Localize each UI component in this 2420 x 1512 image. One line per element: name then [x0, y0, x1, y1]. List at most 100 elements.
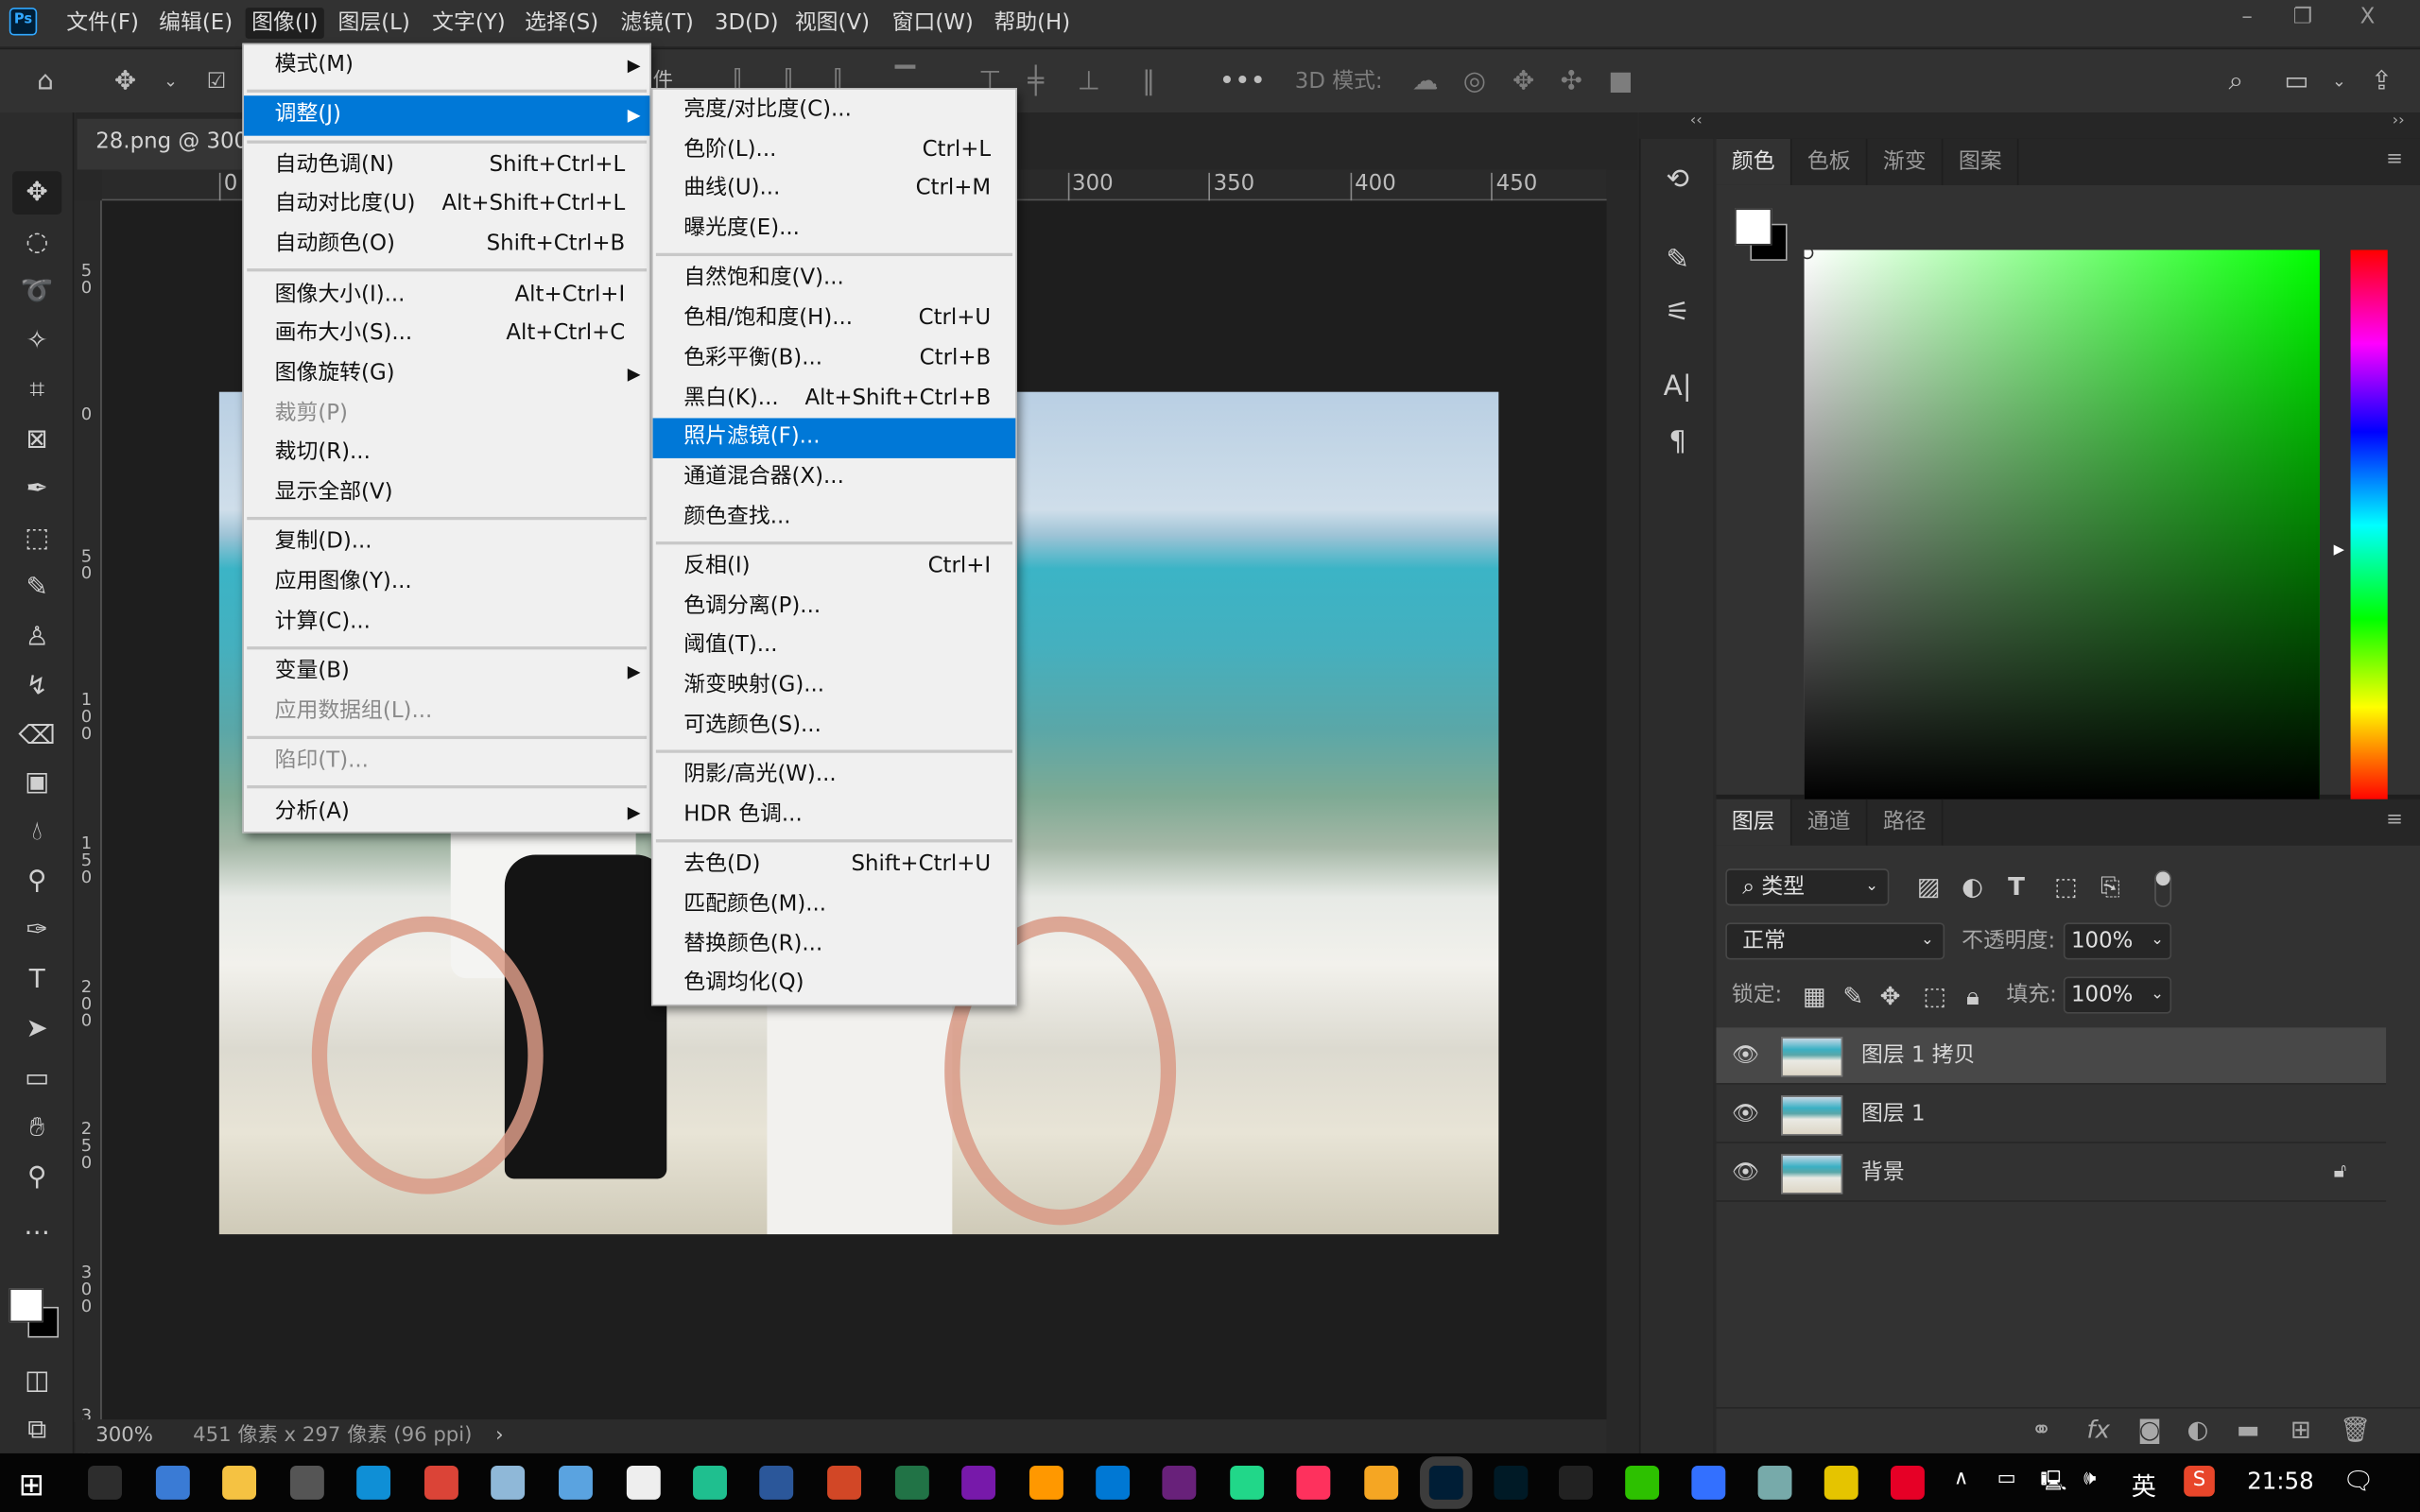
taskbar-calculator-icon[interactable] [289, 1466, 324, 1500]
menu-item[interactable]: 显示全部(V) [244, 473, 649, 513]
tab-1[interactable]: 色板 [1792, 138, 1868, 185]
history-icon[interactable]: ⟲ [1659, 161, 1696, 200]
taskbar-mindmaster-icon[interactable] [693, 1466, 727, 1500]
type-tool-icon[interactable]: T [12, 958, 61, 1002]
menu-7[interactable]: 3D(D) [708, 8, 785, 39]
fill-input[interactable]: 100% ⌄ [2063, 976, 2172, 1014]
notification-icon[interactable]: 🗨︎ [2342, 1466, 2374, 1495]
taskbar-onenote-icon[interactable] [961, 1466, 996, 1500]
menu-item[interactable]: 自动对比度(U) Alt+Shift+Ctrl+L [244, 186, 649, 226]
menu-item[interactable]: 阈值(T)... [653, 627, 1016, 666]
distribute-icon[interactable]: ‖ [1142, 65, 1155, 99]
menu-8[interactable]: 视图(V) [788, 8, 875, 39]
close-icon[interactable]: X [2340, 0, 2395, 34]
menu-item[interactable]: 自然饱和度(V)... [653, 260, 1016, 300]
menu-item[interactable]: 色相/饱和度(H)... Ctrl+U [653, 300, 1016, 339]
taskbar-visual-studio-icon[interactable] [1162, 1466, 1197, 1500]
history-brush-icon[interactable]: ↯ [12, 665, 61, 709]
taskbar-photoshop-icon[interactable] [1420, 1456, 1473, 1509]
menu-4[interactable]: 文字(Y) [426, 8, 512, 39]
move-tool-icon[interactable]: ✥ [12, 171, 62, 215]
character-icon[interactable]: A| [1659, 368, 1696, 407]
pixel-layer-filter-icon[interactable]: ▨ [1917, 871, 1941, 901]
panel-menu-icon[interactable]: ≡ [2386, 148, 2403, 171]
taskbar-wechat-icon[interactable] [1625, 1466, 1660, 1500]
menu-item[interactable]: 色彩平衡(B)... Ctrl+B [653, 339, 1016, 379]
taskbar-edge-icon[interactable] [356, 1466, 391, 1500]
share-icon[interactable]: ⇪ [2371, 65, 2393, 99]
windows-start-icon[interactable]: ⊞ [19, 1466, 44, 1503]
shape-filter-icon[interactable]: ⬚ [2054, 871, 2078, 901]
3d-slide-icon[interactable]: ✣ [1561, 65, 1582, 99]
hue-slider[interactable] [2350, 249, 2388, 801]
hue-slider-handle[interactable]: ▶ [2334, 543, 2344, 558]
restore-icon[interactable]: ❐ [2275, 0, 2331, 34]
menu-item[interactable]: 阴影/高光(W)... [653, 756, 1016, 796]
layer-name[interactable]: 图层 1 [1861, 1086, 1926, 1143]
chevron-down-icon[interactable]: ⌄ [164, 65, 178, 99]
taskbar-excel-icon[interactable] [894, 1466, 929, 1500]
menu-item[interactable]: 计算(C)... [244, 603, 649, 643]
workspace-icon[interactable]: ▭ [2284, 65, 2308, 99]
layer-row[interactable]: 👁︎ 背景 🔓︎ [1716, 1144, 2387, 1202]
menu-item[interactable]: 变量(B) ▶ [244, 653, 649, 693]
layer-filter-select[interactable]: ⌕ 类型 ⌄ [1725, 868, 1890, 906]
more-icon[interactable]: ••• [1219, 65, 1266, 99]
taskbar-app-tower-icon[interactable] [1757, 1466, 1792, 1500]
taskbar-app-yellow-icon[interactable] [1824, 1466, 1858, 1500]
filter-toggle[interactable] [2154, 869, 2172, 907]
menu-item[interactable]: 自动色调(N) Shift+Ctrl+L [244, 146, 649, 186]
link-layers-icon[interactable]: ⚭ [2031, 1415, 2052, 1444]
vertical-ruler[interactable]: 50050100150200250300350 [74, 200, 102, 1457]
taskbar-paint-icon[interactable] [559, 1466, 593, 1500]
taskbar-chrome-icon[interactable] [424, 1466, 458, 1500]
tab-0[interactable]: 图层 [1716, 799, 1792, 846]
screen-mode-icon[interactable]: ⧉ [12, 1409, 61, 1452]
status-expand-icon[interactable]: › [495, 1419, 503, 1453]
magic-wand-icon[interactable]: ✧ [12, 319, 61, 363]
tool-presets-icon[interactable]: ⚟ [1659, 293, 1696, 333]
menu-item[interactable]: HDR 色调... [653, 796, 1016, 835]
zoom-tool-icon[interactable]: ⚲ [12, 1156, 61, 1199]
adjustment-filter-icon[interactable]: ◐ [1962, 871, 1983, 901]
3d-orbit-icon[interactable]: ☁ [1412, 65, 1439, 99]
panel-menu-icon[interactable]: ≡ [2386, 809, 2403, 832]
paragraph-icon[interactable]: ¶ [1659, 422, 1696, 462]
layer-lock-icon[interactable]: 🔓︎ [2334, 1160, 2347, 1183]
network-icon[interactable]: 🖳︎ [2040, 1468, 2066, 1502]
menu-item[interactable]: 模式(M) ▶ [244, 46, 649, 86]
lock-transparent-icon[interactable]: ▦ [1803, 981, 1826, 1010]
color-picker-field[interactable] [1804, 249, 2320, 801]
menu-item[interactable]: 照片滤镜(F)... [652, 418, 1016, 458]
more-tools-icon[interactable]: … [12, 1205, 61, 1248]
menu-item[interactable]: 曲线(U)... Ctrl+M [653, 170, 1016, 210]
3d-roll-icon[interactable]: ◎ [1463, 65, 1486, 99]
menu-0[interactable]: 文件(F) [60, 8, 146, 39]
battery-icon[interactable]: ▭ [1997, 1468, 2016, 1490]
hand-tool-icon[interactable]: ✋︎ [12, 1107, 61, 1150]
ime-indicator[interactable]: 英 [2132, 1466, 2156, 1503]
delete-layer-icon[interactable]: 🗑︎ [2340, 1415, 2371, 1444]
expand-icon[interactable]: ›› [2393, 112, 2405, 129]
taskbar-qq-icon[interactable] [1558, 1466, 1593, 1500]
menu-item[interactable]: 画布大小(S)... Alt+Ctrl+C [244, 315, 649, 354]
taskbar-pycharm-icon[interactable] [1230, 1466, 1265, 1500]
layer-row[interactable]: 👁︎ 图层 1 拷贝 [1716, 1027, 2387, 1085]
menu-1[interactable]: 编辑(E) [153, 8, 239, 39]
taskbar-terminal-icon[interactable] [88, 1466, 122, 1500]
taskbar-app-orange-icon[interactable] [1364, 1466, 1399, 1500]
taskbar-intellij-icon[interactable] [1296, 1466, 1331, 1500]
foreground-color-swatch[interactable] [1735, 208, 1772, 246]
new-group-icon[interactable]: ▬ [2237, 1415, 2260, 1444]
layer-name[interactable]: 图层 1 拷贝 [1861, 1027, 1976, 1084]
menu-item[interactable]: 颜色查找... [653, 498, 1016, 538]
menu-2[interactable]: 图像(I) [245, 8, 324, 39]
photoshop-logo[interactable]: Ps [9, 8, 38, 36]
menu-item[interactable]: 亮度/对比度(C)... [653, 91, 1016, 130]
tab-0[interactable]: 颜色 [1716, 138, 1792, 185]
menu-item[interactable]: 图像旋转(G) ▶ [244, 354, 649, 394]
taskbar-notes-icon[interactable] [491, 1466, 526, 1500]
foreground-background-swatches[interactable] [9, 1288, 65, 1344]
taskbar-remote-icon[interactable] [155, 1466, 190, 1500]
menu-item[interactable]: 去色(D) Shift+Ctrl+U [653, 846, 1016, 885]
